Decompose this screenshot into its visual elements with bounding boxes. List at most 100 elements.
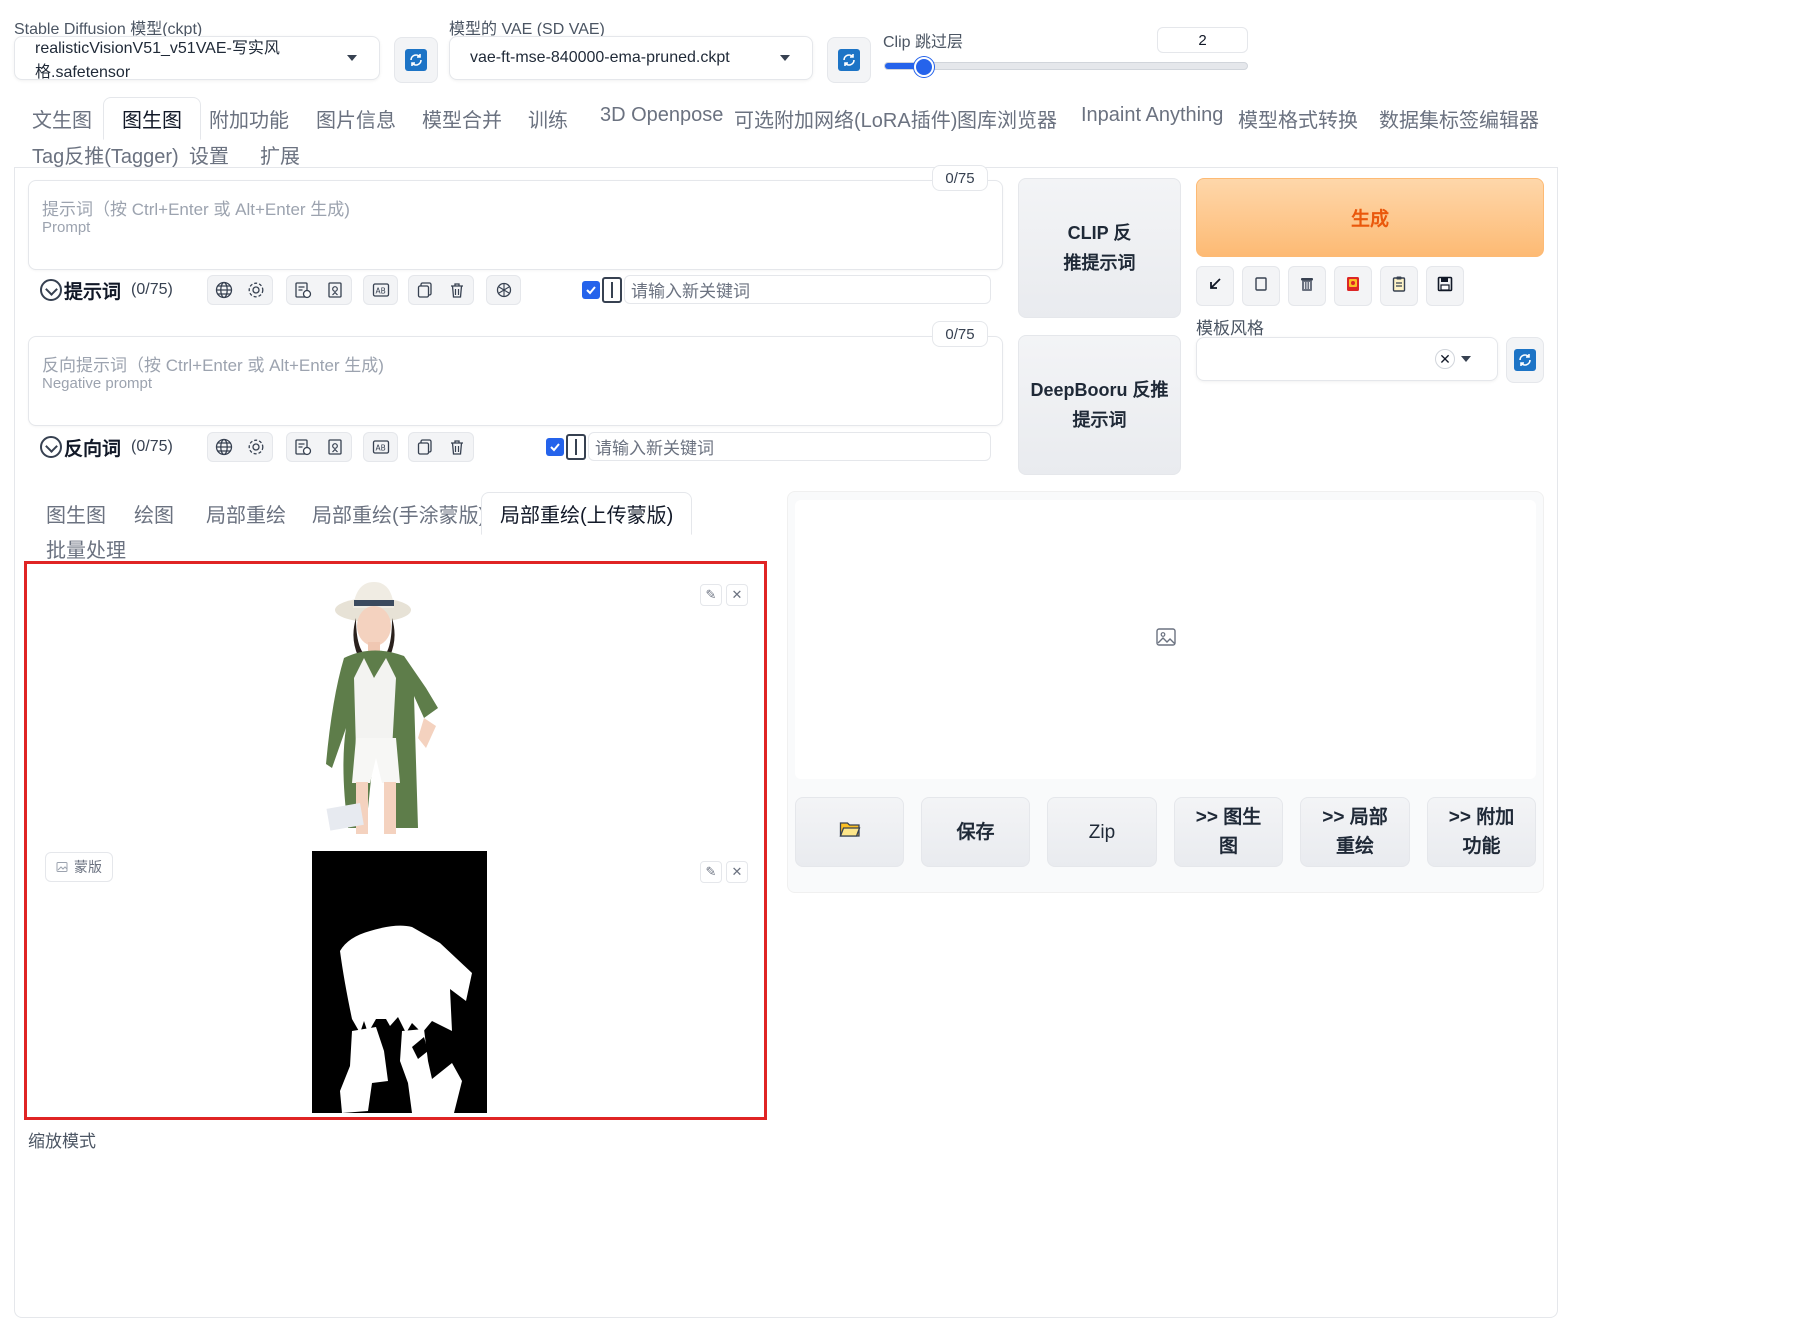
image-icon: [56, 862, 68, 872]
remove-mask-button[interactable]: ✕: [726, 861, 748, 883]
trash-icon[interactable]: [447, 437, 467, 457]
clip-skip-number[interactable]: 2: [1157, 27, 1248, 53]
history-icon[interactable]: [293, 280, 313, 300]
clipboard-icon: [1390, 275, 1408, 298]
prompt-tool-group-2: [286, 275, 352, 305]
save-button[interactable]: 保存: [921, 797, 1030, 867]
edit-mask-button[interactable]: ✎: [700, 861, 722, 883]
gear-icon[interactable]: [246, 437, 266, 457]
chevron-down-icon: [347, 55, 357, 61]
deepbooru-interrogate-button[interactable]: DeepBooru 反推 提示词: [1018, 335, 1181, 475]
send-to-extras-line2: 功能: [1462, 836, 1501, 857]
history-icon[interactable]: [293, 437, 313, 457]
refresh-vae-button[interactable]: [827, 37, 871, 83]
main-tab-9[interactable]: Inpaint Anything: [1081, 104, 1223, 127]
clip-skip-slider-thumb[interactable]: [914, 57, 935, 77]
main-tab-0[interactable]: 文生图: [32, 104, 92, 133]
prompt-tool-group-1: [207, 275, 273, 305]
read-params-button[interactable]: [1196, 266, 1234, 306]
prompt-token-counter: 0/75: [932, 165, 988, 191]
sub-tab-1[interactable]: 绘图: [134, 499, 174, 528]
mask-image[interactable]: [312, 851, 487, 1113]
extra-networks-button[interactable]: [1334, 266, 1372, 306]
text-cursor-icon: [566, 434, 586, 460]
prompt-textarea[interactable]: 提示词（按 Ctrl+Enter 或 Alt+Enter 生成) Prompt: [28, 180, 1003, 270]
sub-tab-4[interactable]: 局部重绘(上传蒙版): [481, 492, 693, 535]
send-to-img2img-line2: 图: [1218, 836, 1238, 857]
sub-tab-0[interactable]: 图生图: [46, 499, 106, 528]
negative-keyword-checkbox[interactable]: [546, 438, 564, 456]
main-tab-4[interactable]: 模型合并: [422, 104, 502, 133]
globe-icon[interactable]: [214, 280, 234, 300]
spellcheck-icon[interactable]: AB: [371, 437, 391, 457]
clip-interrogate-line2: 推提示词: [1063, 253, 1136, 273]
main-tab-row2-0[interactable]: Tag反推(Tagger): [32, 140, 179, 169]
send-to-extras-button[interactable]: >> 附加功能: [1427, 797, 1536, 867]
bookmark-icon[interactable]: [325, 437, 345, 457]
main-tab-7[interactable]: 可选附加网络(LoRA插件): [734, 104, 957, 133]
send-to-img2img-button[interactable]: >> 图生图: [1174, 797, 1283, 867]
zip-button[interactable]: Zip: [1047, 797, 1157, 867]
sub-tab-2[interactable]: 局部重绘: [206, 499, 286, 528]
vae-dropdown[interactable]: vae-ft-mse-840000-ema-pruned.ckpt: [449, 36, 813, 80]
main-tab-3[interactable]: 图片信息: [316, 104, 396, 133]
main-tab-11[interactable]: 数据集标签编辑器: [1379, 104, 1539, 133]
negative-toolbar-label[interactable]: 反向词 (0/75): [40, 435, 173, 460]
negative-keyword-input[interactable]: 请输入新关键词: [588, 432, 991, 461]
send-to-img2img-line1: >> 图生: [1195, 807, 1262, 828]
prompt-toolbar-label[interactable]: 提示词 (0/75): [40, 278, 173, 303]
clear-prompt-button[interactable]: [1288, 266, 1326, 306]
open-folder-button[interactable]: [795, 797, 904, 867]
main-tab-row2-2[interactable]: 扩展: [260, 140, 300, 169]
styles-dropdown[interactable]: ✕: [1196, 337, 1498, 381]
close-icon: ✕: [731, 587, 743, 602]
copy-icon[interactable]: [415, 437, 435, 457]
main-tab-10[interactable]: 模型格式转换: [1238, 104, 1358, 133]
openai-icon[interactable]: [494, 280, 514, 300]
main-tab-8[interactable]: 图库浏览器: [957, 104, 1057, 133]
sub-tab-3[interactable]: 局部重绘(手涂蒙版): [312, 499, 485, 528]
main-tab-6[interactable]: 3D Openpose: [600, 104, 723, 127]
image-placeholder-icon: [1155, 626, 1177, 653]
pencil-icon: ✎: [705, 864, 717, 879]
chevron-down-icon: [780, 55, 790, 61]
edit-image-button[interactable]: ✎: [700, 584, 722, 606]
send-to-inpaint-button[interactable]: >> 局部 重绘: [1300, 797, 1410, 867]
remove-image-button[interactable]: ✕: [726, 584, 748, 606]
page-icon: [1253, 276, 1269, 297]
refresh-styles-button[interactable]: [1506, 337, 1544, 383]
clip-interrogate-button[interactable]: CLIP 反推提示词: [1018, 178, 1181, 318]
main-tab-1[interactable]: 图生图: [103, 97, 201, 140]
trash-icon[interactable]: [447, 280, 467, 300]
arrow-down-left-icon: [1207, 276, 1223, 297]
source-image[interactable]: [326, 578, 480, 836]
bookmark-icon[interactable]: [325, 280, 345, 300]
sd-model-dropdown[interactable]: realisticVisionV51_v51VAE-写实风格.safetenso…: [14, 36, 380, 81]
prompt-keyword-checkbox[interactable]: [582, 281, 600, 299]
output-gallery[interactable]: [795, 500, 1536, 779]
main-tab-5[interactable]: 训练: [528, 104, 568, 133]
chevron-down-icon: [1461, 356, 1471, 362]
globe-icon[interactable]: [214, 437, 234, 457]
pencil-icon: ✎: [705, 587, 717, 602]
prompt-keyword-input[interactable]: 请输入新关键词: [624, 275, 991, 304]
mask-label-tag: 蒙版: [45, 852, 113, 882]
spellcheck-icon[interactable]: AB: [371, 280, 391, 300]
clear-icon[interactable]: ✕: [1435, 349, 1455, 369]
clip-skip-slider[interactable]: [884, 62, 1248, 70]
copy-icon[interactable]: [415, 280, 435, 300]
generate-button[interactable]: 生成: [1196, 178, 1544, 257]
main-tab-row2-1[interactable]: 设置: [189, 140, 229, 169]
apply-style-button[interactable]: [1380, 266, 1418, 306]
sub-tab-row2-0[interactable]: 批量处理: [46, 534, 126, 563]
refresh-icon: [838, 49, 860, 71]
refresh-sd-model-button[interactable]: [394, 37, 438, 83]
gear-icon[interactable]: [246, 280, 266, 300]
paste-button[interactable]: [1242, 266, 1280, 306]
prompt-tool-group-4: [408, 275, 474, 305]
send-to-extras-line1: >> 附加: [1448, 807, 1515, 828]
negative-prompt-textarea[interactable]: 反向提示词（按 Ctrl+Enter 或 Alt+Enter 生成) Negat…: [28, 336, 1003, 426]
main-tab-2[interactable]: 附加功能: [209, 104, 289, 133]
deepbooru-line1: DeepBooru 反推: [1030, 380, 1169, 400]
save-style-button[interactable]: [1426, 266, 1464, 306]
